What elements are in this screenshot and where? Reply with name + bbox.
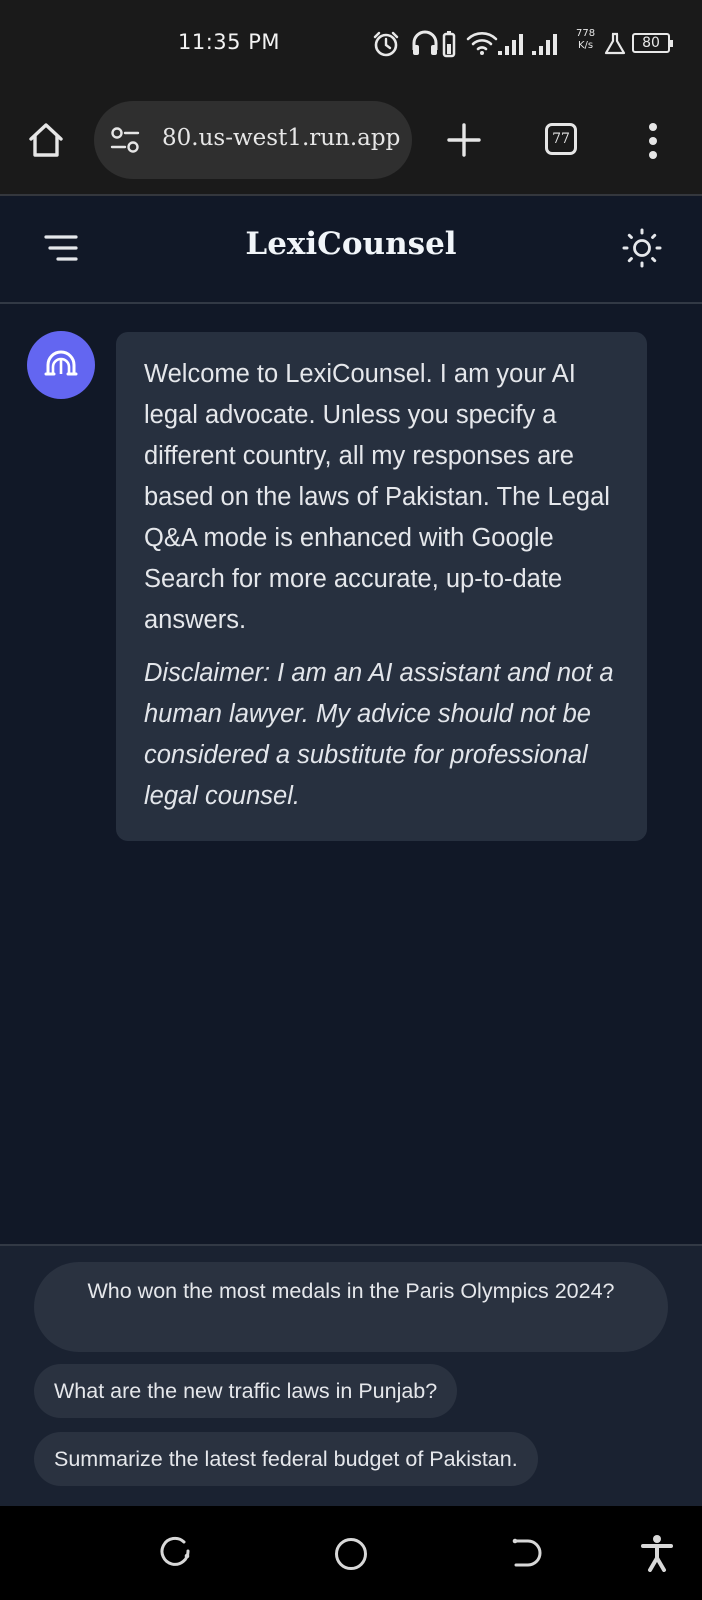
browser-toolbar: 80.us-west1.run.app 77 bbox=[0, 88, 702, 196]
home-button-icon[interactable] bbox=[333, 1536, 369, 1572]
suggestions-panel: Who won the most medals in the Paris Oly… bbox=[0, 1244, 702, 1508]
recent-apps-icon[interactable] bbox=[158, 1536, 192, 1570]
sun-icon[interactable] bbox=[622, 228, 662, 268]
avatar bbox=[27, 331, 95, 399]
headset-icon bbox=[412, 30, 438, 55]
battery-indicator: 80 bbox=[632, 33, 673, 53]
network-speed-value: 778 bbox=[576, 28, 596, 39]
signal-icon bbox=[498, 34, 523, 55]
suggestion-chip[interactable]: Summarize the latest federal budget of P… bbox=[34, 1432, 538, 1486]
tab-switcher-button[interactable]: 77 bbox=[545, 123, 577, 155]
back-icon[interactable] bbox=[510, 1536, 544, 1570]
disclaimer-text: Disclaimer: I am an AI assistant and not… bbox=[144, 659, 614, 810]
suggestion-chip[interactable]: Who won the most medals in the Paris Oly… bbox=[34, 1262, 668, 1352]
signal-icon bbox=[532, 34, 557, 55]
site-settings-icon[interactable] bbox=[110, 126, 140, 154]
chat-area[interactable]: Welcome to LexiCounsel. I am your AI leg… bbox=[0, 304, 702, 1244]
network-speed: 778 K/s bbox=[576, 28, 595, 52]
url-text: 80.us-west1.run.app bbox=[162, 125, 401, 151]
accessibility-icon[interactable] bbox=[640, 1534, 674, 1572]
status-time: 11:35 PM bbox=[178, 30, 280, 54]
wifi-icon bbox=[466, 32, 498, 55]
more-vertical-icon[interactable] bbox=[646, 122, 660, 160]
suggestion-chip[interactable]: What are the new traffic laws in Punjab? bbox=[34, 1364, 458, 1418]
device-battery-icon bbox=[442, 31, 456, 58]
plus-icon[interactable] bbox=[446, 122, 482, 158]
legal-advocate-icon bbox=[44, 350, 78, 376]
home-icon[interactable] bbox=[26, 120, 66, 160]
flask-icon bbox=[604, 32, 626, 55]
message-text: Welcome to LexiCounsel. I am your AI leg… bbox=[144, 360, 610, 634]
assistant-message: Welcome to LexiCounsel. I am your AI leg… bbox=[116, 332, 647, 841]
address-bar[interactable]: 80.us-west1.run.app bbox=[94, 101, 412, 179]
app-header: LexiCounsel bbox=[0, 196, 702, 304]
network-speed-unit: K/s bbox=[577, 40, 594, 51]
page-title: LexiCounsel bbox=[245, 226, 457, 262]
system-nav-bar bbox=[0, 1506, 702, 1600]
alarm-icon bbox=[373, 31, 399, 57]
status-bar: 11:35 PM 778 K/s 80 bbox=[0, 0, 702, 88]
